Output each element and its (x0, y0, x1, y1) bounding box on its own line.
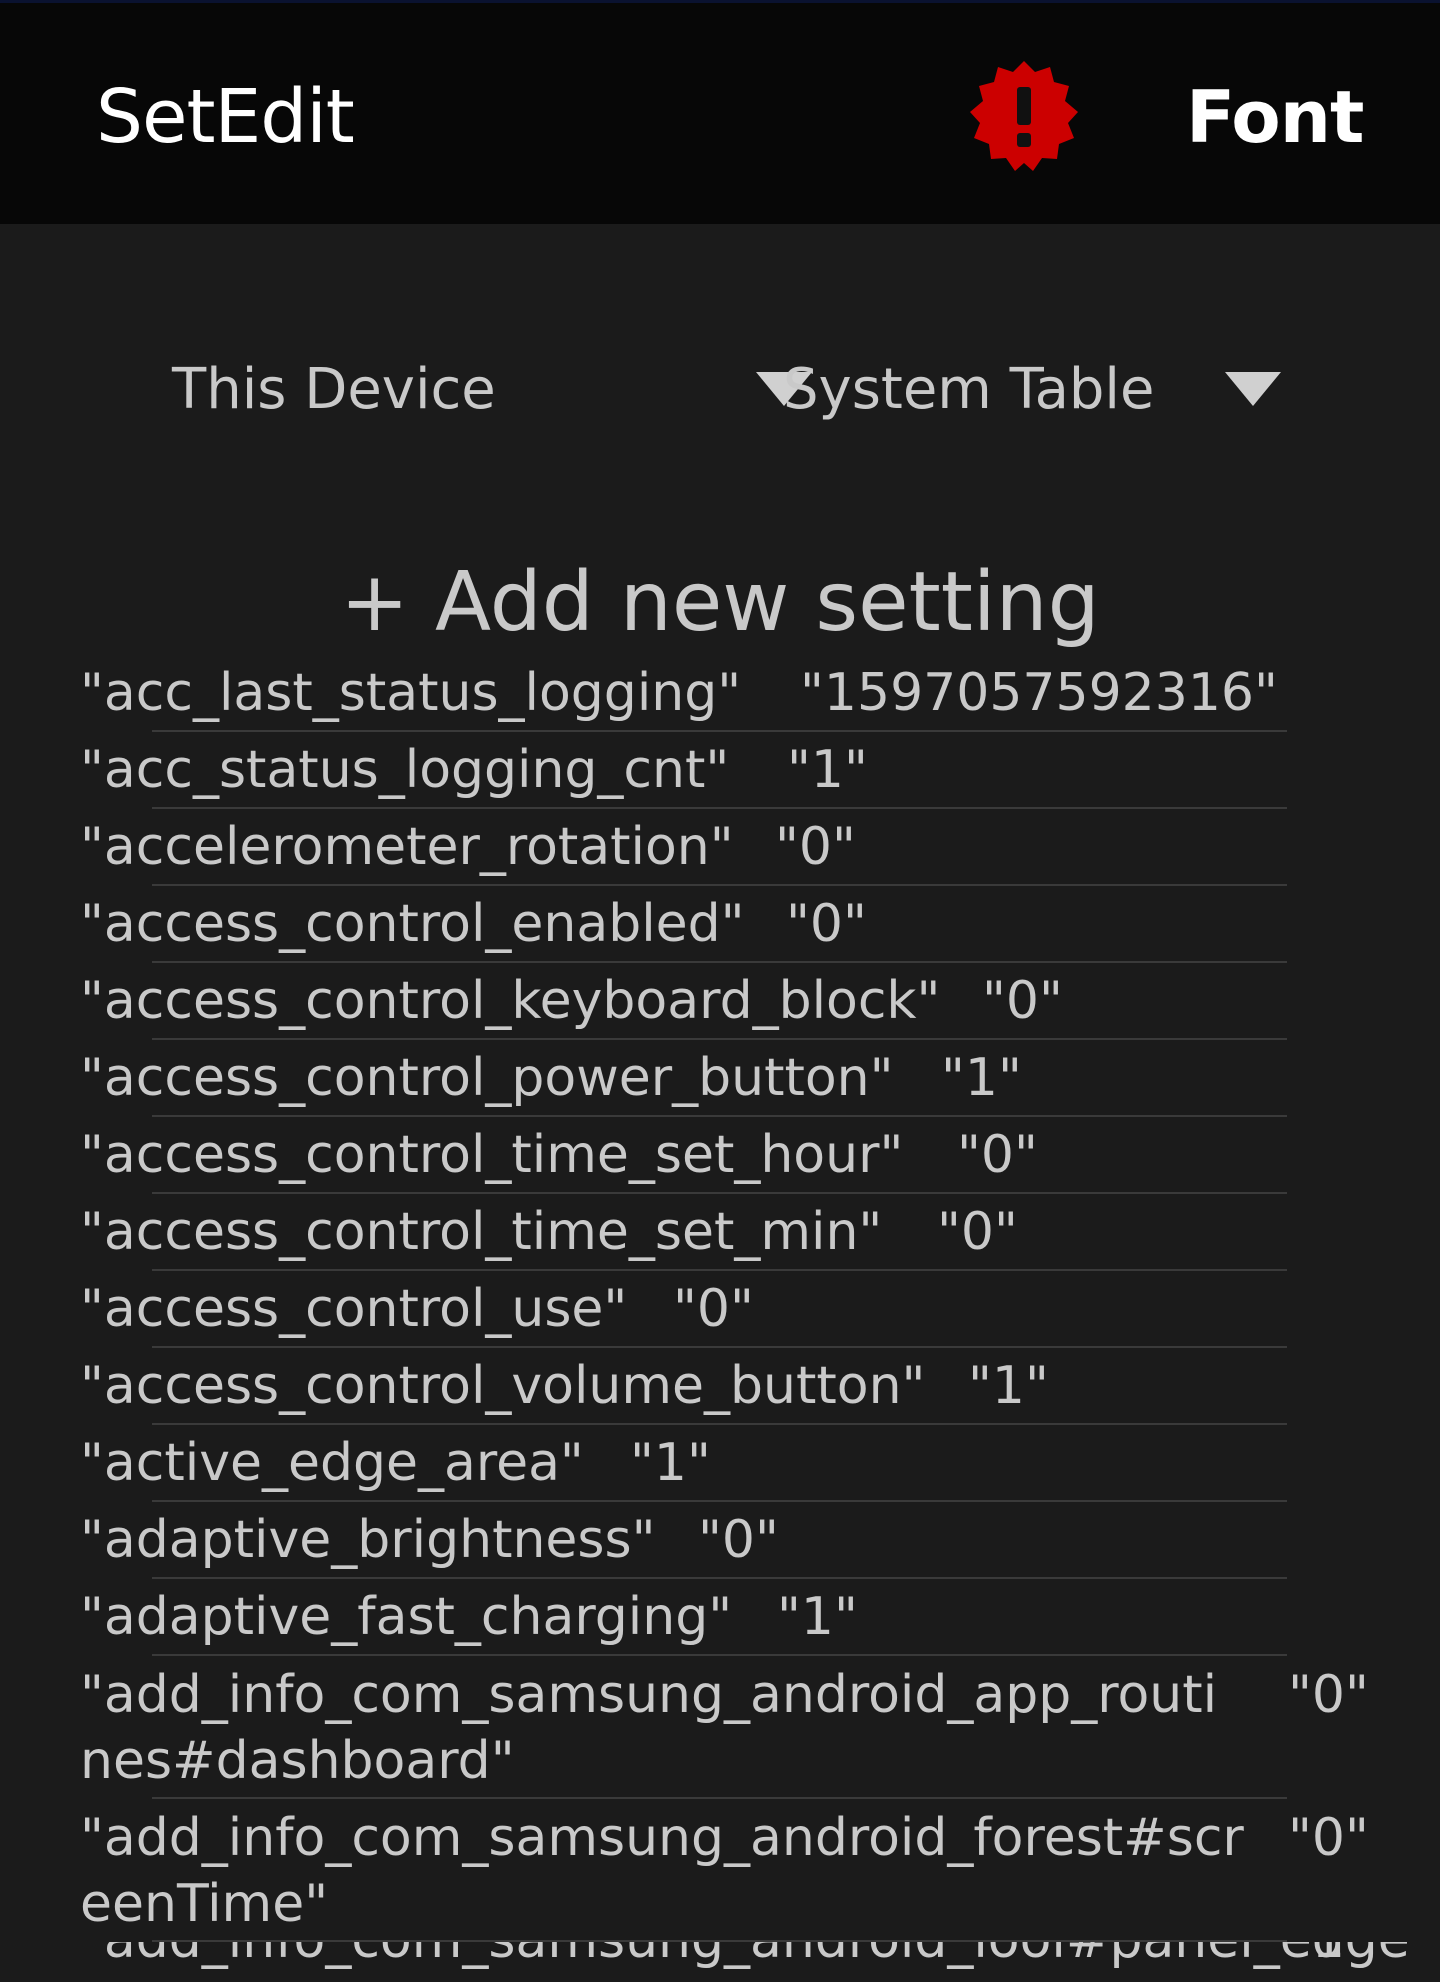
setting-key: "adaptive_brightness" (80, 1510, 656, 1570)
font-button[interactable]: Font (1186, 73, 1364, 161)
setting-key: "access_control_use" (80, 1279, 628, 1339)
setting-row[interactable]: "active_edge_area" "1" (0, 1425, 1440, 1502)
setting-key: "access_control_time_set_hour" (80, 1125, 904, 1185)
setting-row[interactable]: "access_control_time_set_min" "0" (0, 1194, 1440, 1271)
setting-value: "0" (1288, 1665, 1369, 1725)
setting-key: "acc_status_logging_cnt" (80, 740, 730, 800)
setting-row[interactable]: "access_control_use" "0" (0, 1271, 1440, 1348)
setting-row[interactable]: "add_info_com_samsung_android_app_routi … (0, 1656, 1440, 1799)
device-dropdown-label: This Device (172, 357, 496, 422)
setting-row[interactable]: "access_control_power_button" "1" (0, 1040, 1440, 1117)
setting-value: "1" (968, 1356, 1049, 1416)
setting-key: "access_control_volume_button" (80, 1356, 926, 1416)
settings-list: "acc_last_status_logging" "1597057592316… (0, 655, 1440, 1982)
setting-row[interactable]: "access_control_volume_button" "1" (0, 1348, 1440, 1425)
setting-key: "access_control_power_button" (80, 1048, 894, 1108)
setting-key: "access_control_enabled" (80, 894, 745, 954)
setting-key: "access_control_keyboard_block" (80, 971, 941, 1031)
setting-key: "accelerometer_rotation" (80, 817, 734, 877)
setting-value: "0" (937, 1202, 1018, 1262)
setting-value: "0" (786, 894, 867, 954)
setting-value: "0" (957, 1125, 1038, 1185)
setting-key: "add_info_com_samsung_android_forest#scr… (80, 1808, 1244, 1934)
setting-value: "1" (941, 1048, 1022, 1108)
setting-key: "access_control_time_set_min" (80, 1202, 883, 1262)
setting-row[interactable]: "acc_last_status_logging" "1597057592316… (0, 655, 1440, 732)
table-dropdown[interactable]: System Table (783, 340, 1283, 440)
triangle-down-icon (1225, 372, 1281, 406)
setting-value: "0" (775, 817, 856, 877)
setting-row[interactable]: "access_control_time_set_hour" "0" (0, 1117, 1440, 1194)
alert-mark-dot (1017, 133, 1031, 147)
setting-value: "0" (1288, 1808, 1369, 1868)
setting-value: "1" (787, 740, 868, 800)
setting-key: "add_info_com_samsung_android_app_routi … (80, 1665, 1218, 1791)
setting-value: "1" (1288, 1942, 1369, 1979)
setting-value: "0" (698, 1510, 779, 1570)
setting-value: "0" (673, 1279, 754, 1339)
setting-row[interactable]: "adaptive_fast_charging" "1" (0, 1579, 1440, 1656)
setting-row[interactable]: "access_control_enabled" "0" (0, 886, 1440, 963)
setting-row[interactable]: "adaptive_brightness" "0" (0, 1502, 1440, 1579)
table-dropdown-label: System Table (783, 357, 1155, 422)
setting-key: "acc_last_status_logging" (80, 663, 742, 723)
setting-key: "active_edge_area" (80, 1433, 584, 1493)
setting-value: "1" (777, 1587, 858, 1647)
alert-mark-bar (1017, 87, 1031, 125)
device-dropdown[interactable]: This Device (172, 340, 812, 440)
alert-badge-icon[interactable] (962, 57, 1086, 177)
app-title: SetEdit (96, 74, 355, 160)
setting-value: "1597057592316" (800, 663, 1278, 723)
setting-row[interactable]: "acc_status_logging_cnt" "1" (0, 732, 1440, 809)
setting-value: "0" (982, 971, 1063, 1031)
setting-value: "1" (630, 1433, 711, 1493)
app-bar: SetEdit Font (0, 3, 1440, 224)
setting-key: "add_info_com_samsung_android_lool#panel… (80, 1942, 1434, 1979)
setting-row[interactable]: "accelerometer_rotation" "0" (0, 809, 1440, 886)
setting-row[interactable]: "add_info_com_samsung_android_forest#scr… (0, 1799, 1440, 1942)
add-new-setting-button[interactable]: + Add new setting (0, 548, 1440, 658)
setting-row[interactable]: "add_info_com_samsung_android_lool#panel… (0, 1942, 1440, 1982)
setting-key: "adaptive_fast_charging" (80, 1587, 733, 1647)
setting-row[interactable]: "access_control_keyboard_block" "0" (0, 963, 1440, 1040)
